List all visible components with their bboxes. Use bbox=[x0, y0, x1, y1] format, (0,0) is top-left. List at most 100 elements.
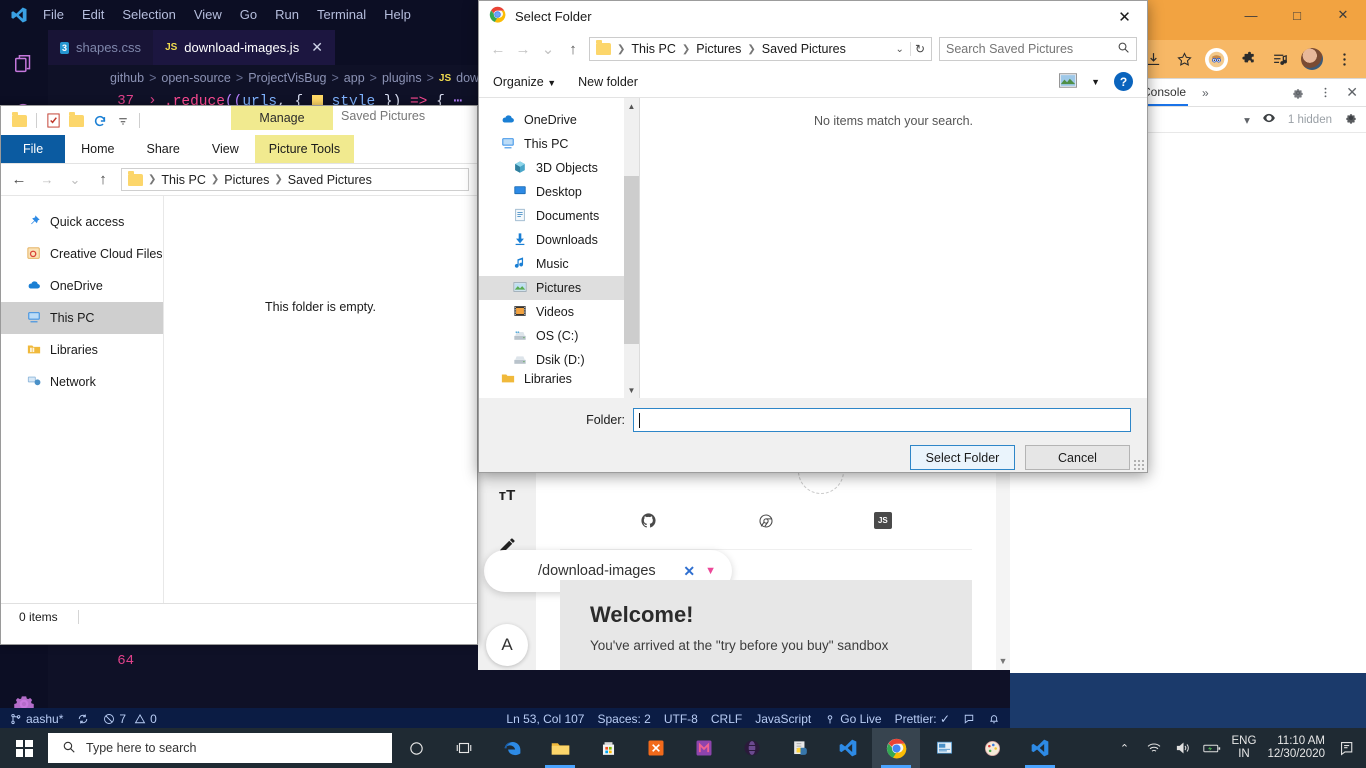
nav-item-onedrive[interactable]: OneDrive bbox=[1, 270, 163, 302]
ribbon-tab-home[interactable]: Home bbox=[65, 135, 130, 163]
status-sync[interactable] bbox=[77, 713, 89, 725]
close-button[interactable]: ✕ bbox=[1320, 0, 1366, 30]
notification-icon[interactable] bbox=[1336, 740, 1358, 757]
manage-contextual-tab[interactable]: Manage bbox=[231, 106, 333, 130]
back-button[interactable]: ← bbox=[9, 171, 29, 188]
chevron-down-icon[interactable]: ▼ bbox=[1091, 77, 1100, 87]
breadcrumb-app[interactable]: app bbox=[344, 71, 365, 85]
forward-button[interactable]: → bbox=[514, 41, 532, 58]
dialog-search-input[interactable]: Search Saved Pictures bbox=[939, 37, 1137, 61]
select-folder-button[interactable]: Select Folder bbox=[910, 445, 1015, 470]
dialog-nav-onedrive[interactable]: OneDrive bbox=[479, 108, 639, 132]
new-folder-button[interactable]: New folder bbox=[578, 75, 638, 89]
eye-icon[interactable] bbox=[1262, 111, 1276, 128]
microsoft-store-icon[interactable] bbox=[584, 728, 632, 768]
nav-item-this-pc[interactable]: This PC bbox=[1, 302, 163, 334]
crumb-pictures[interactable]: Pictures bbox=[224, 173, 269, 187]
close-icon[interactable]: ✕ bbox=[1102, 1, 1147, 32]
extensions-icon[interactable] bbox=[1239, 49, 1259, 69]
status-branch[interactable]: aashu* bbox=[10, 712, 63, 726]
bell-icon[interactable] bbox=[988, 713, 1000, 725]
chrome-icon[interactable] bbox=[872, 728, 920, 768]
menu-file[interactable]: File bbox=[34, 0, 73, 30]
python-icon[interactable] bbox=[776, 728, 824, 768]
status-eol[interactable]: CRLF bbox=[711, 712, 742, 726]
more-tabs-icon[interactable]: » bbox=[1202, 86, 1209, 100]
ribbon-tab-picture-tools[interactable]: Picture Tools bbox=[254, 135, 355, 163]
maximize-button[interactable]: □ bbox=[1274, 0, 1320, 30]
status-go-live[interactable]: Go Live bbox=[824, 712, 882, 726]
page-scrollbar[interactable]: ▼ bbox=[996, 470, 1010, 670]
properties-icon[interactable] bbox=[45, 112, 62, 129]
paint-icon[interactable] bbox=[968, 728, 1016, 768]
view-layout-icon[interactable] bbox=[1059, 72, 1078, 91]
menu-terminal[interactable]: Terminal bbox=[308, 0, 375, 30]
scroll-down-icon[interactable]: ▼ bbox=[996, 656, 1010, 666]
more-menu-icon[interactable] bbox=[1334, 49, 1354, 69]
status-indentation[interactable]: Spaces: 2 bbox=[597, 712, 650, 726]
customize-qat-icon[interactable] bbox=[114, 112, 131, 129]
scrollbar-thumb[interactable] bbox=[624, 176, 639, 344]
explorer-file-list[interactable]: This folder is empty. bbox=[164, 196, 477, 603]
accessibility-icon[interactable]: A bbox=[486, 624, 528, 666]
resize-grip[interactable] bbox=[1133, 459, 1144, 470]
nav-item-libraries[interactable]: Libraries bbox=[1, 334, 163, 366]
breadcrumb-github[interactable]: github bbox=[110, 71, 144, 85]
wifi-icon[interactable] bbox=[1145, 741, 1163, 755]
clock[interactable]: 11:10 AM 12/30/2020 bbox=[1267, 735, 1325, 761]
redo-icon[interactable] bbox=[91, 112, 108, 129]
nav-item-quick-access[interactable]: Quick access bbox=[1, 206, 163, 238]
gear-icon[interactable] bbox=[1291, 86, 1305, 100]
dialog-nav-3d-objects[interactable]: 3D Objects bbox=[479, 156, 639, 180]
console-settings-icon[interactable] bbox=[1344, 111, 1358, 128]
status-prettier[interactable]: Prettier: ✓ bbox=[895, 712, 950, 726]
recent-locations-icon[interactable]: ⌄ bbox=[65, 172, 85, 188]
tab-close-icon[interactable]: ✕ bbox=[311, 39, 323, 56]
volume-icon[interactable] bbox=[1174, 741, 1192, 755]
ribbon-tab-file[interactable]: File bbox=[1, 135, 66, 163]
crumb-saved-pictures[interactable]: Saved Pictures bbox=[288, 173, 372, 187]
vscode-icon-2[interactable] bbox=[1016, 728, 1064, 768]
battery-icon[interactable] bbox=[1202, 742, 1221, 755]
help-icon[interactable]: ? bbox=[1114, 72, 1133, 91]
show-hidden-icons-icon[interactable]: ⌃ bbox=[1116, 742, 1134, 755]
menu-selection[interactable]: Selection bbox=[113, 0, 184, 30]
avatar[interactable] bbox=[1301, 48, 1323, 70]
crumb-this-pc[interactable]: This PC bbox=[161, 173, 205, 187]
status-problems[interactable]: 7 0 bbox=[103, 712, 157, 726]
xampp-icon[interactable] bbox=[632, 728, 680, 768]
up-button[interactable]: ↑ bbox=[93, 171, 113, 188]
dialog-nav-os-c[interactable]: OS (C:) bbox=[479, 324, 639, 348]
media-list-icon[interactable] bbox=[1270, 49, 1290, 69]
m-app-icon[interactable] bbox=[680, 728, 728, 768]
minimize-button[interactable]: — bbox=[1228, 0, 1274, 30]
organize-menu[interactable]: Organize ▼ bbox=[493, 75, 556, 89]
ribbon-tab-share[interactable]: Share bbox=[131, 135, 196, 163]
dialog-file-list[interactable]: No items match your search. bbox=[639, 98, 1147, 398]
language-indicator[interactable]: ENG IN bbox=[1232, 735, 1257, 761]
dialog-nav-this-pc[interactable]: This PC bbox=[479, 132, 639, 156]
chevron-down-icon[interactable]: ▼ bbox=[705, 565, 716, 577]
crumb-saved-pictures[interactable]: Saved Pictures bbox=[762, 42, 846, 56]
ribbon-tab-view[interactable]: View bbox=[196, 135, 255, 163]
tab-download-images-js[interactable]: JS download-images.js ✕ bbox=[153, 30, 335, 65]
breadcrumb-plugins[interactable]: plugins bbox=[382, 71, 422, 85]
folder-input[interactable] bbox=[633, 408, 1131, 432]
menu-help[interactable]: Help bbox=[375, 0, 420, 30]
chevron-down-icon[interactable]: ⌄ bbox=[896, 44, 904, 55]
breadcrumb-open-source[interactable]: open-source bbox=[161, 71, 231, 85]
menu-run[interactable]: Run bbox=[266, 0, 308, 30]
new-folder-icon[interactable] bbox=[68, 111, 85, 129]
status-cursor-position[interactable]: Ln 53, Col 107 bbox=[506, 712, 584, 726]
taskbar-search-box[interactable]: Type here to search bbox=[48, 733, 392, 763]
edge-icon[interactable] bbox=[488, 728, 536, 768]
visbug-icon[interactable] bbox=[1205, 47, 1228, 71]
cortana-icon[interactable] bbox=[392, 728, 440, 768]
cancel-button[interactable]: Cancel bbox=[1025, 445, 1130, 470]
menu-view[interactable]: View bbox=[185, 0, 231, 30]
status-language[interactable]: JavaScript bbox=[755, 712, 811, 726]
dialog-nav-pictures[interactable]: Pictures bbox=[479, 276, 639, 300]
task-view-icon[interactable] bbox=[440, 728, 488, 768]
status-encoding[interactable]: UTF-8 bbox=[664, 712, 698, 726]
dialog-nav-libraries[interactable]: Libraries bbox=[479, 372, 639, 386]
